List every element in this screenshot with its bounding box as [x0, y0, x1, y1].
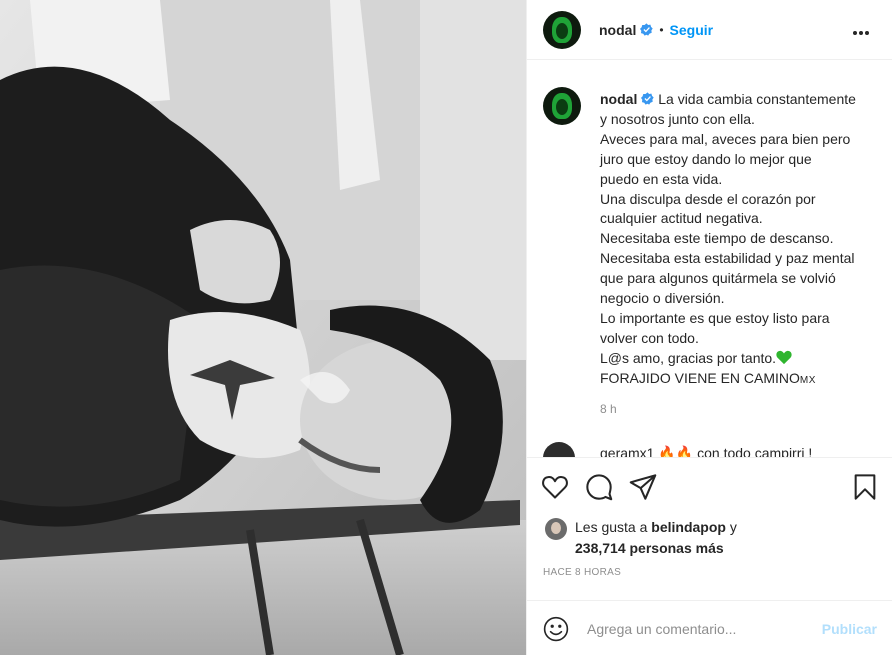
follow-button[interactable]: Seguir	[670, 22, 714, 38]
bw-portrait-photo	[0, 0, 526, 655]
post-photo[interactable]	[0, 0, 526, 655]
caption-line: juro que estoy dando lo mejor que	[600, 150, 812, 167]
share-icon[interactable]	[629, 473, 657, 501]
comment-icon[interactable]	[585, 473, 613, 501]
caption-line: nodal La vida cambia constantemente	[600, 90, 885, 110]
caption-text: La vida cambia constantemente	[658, 91, 856, 107]
post-header: nodal • Seguir	[527, 0, 892, 60]
reply-comment: geramx1 🔥🔥 con todo campirri !	[600, 445, 813, 457]
bookmark-icon[interactable]	[851, 473, 879, 501]
caption-line: Lo importante es que estoy listo para	[600, 309, 830, 326]
post-caption: nodal La vida cambia constantemente y no…	[600, 90, 885, 391]
author-username[interactable]: nodal	[599, 22, 636, 38]
action-bar	[527, 457, 892, 515]
likes-suffix: y	[729, 519, 737, 535]
likes-prefix: Les gusta a	[575, 519, 648, 535]
reply-author-avatar[interactable]	[543, 442, 575, 457]
separator-dot: •	[659, 22, 664, 37]
liker-username[interactable]: belindapop	[651, 519, 726, 535]
caption-line: Necesitaba este tiempo de descanso.	[600, 230, 834, 247]
comments-section: nodal La vida cambia constantemente y no…	[527, 60, 892, 457]
green-heart-emoji-icon	[776, 350, 792, 364]
caption-line: L@s amo, gracias por tanto.	[600, 349, 885, 369]
more-options-icon[interactable]	[853, 22, 873, 38]
caption-line: puedo en esta vida.	[600, 170, 723, 187]
heart-icon[interactable]	[541, 473, 569, 501]
mexico-flag-text: MX	[799, 374, 816, 386]
caption-line: Aveces para mal, aveces para bien pero	[600, 130, 851, 147]
caption-line: Una disculpa desde el corazón por	[600, 190, 816, 207]
likes-summary: Les gusta a belindapop y 238,714 persona…	[543, 516, 883, 556]
emoji-icon[interactable]	[543, 616, 569, 642]
caption-line: que para algunos quitármela se volvió	[600, 270, 836, 287]
caption-line: volver con todo.	[600, 329, 699, 346]
posted-time[interactable]: Hace 8 horas	[543, 567, 621, 578]
likes-line-1: Les gusta a belindapop y	[575, 519, 737, 535]
instagram-post: nodal • Seguir nodal La vida cambia cons…	[0, 0, 892, 655]
caption-text: FORAJIDO VIENE EN CAMINO	[600, 369, 800, 386]
caption-text: L@s amo, gracias por tanto.	[600, 349, 777, 366]
comment-input[interactable]	[587, 618, 807, 640]
caption-line: Necesitaba esta estabilidad y paz mental	[600, 250, 855, 267]
likes-count[interactable]: 238,714 personas más	[575, 540, 724, 556]
caption-line: negocio o diversión.	[600, 290, 725, 307]
post-side-panel: nodal • Seguir nodal La vida cambia cons…	[526, 0, 892, 655]
caption-username[interactable]: nodal	[600, 91, 637, 107]
caption-line: cualquier actitud negativa.	[600, 210, 763, 227]
verified-badge-icon	[640, 23, 654, 36]
verified-badge-icon	[641, 92, 655, 105]
caption-author-avatar[interactable]	[543, 87, 581, 125]
caption-line: y nosotros junto con ella.	[600, 110, 755, 127]
author-avatar[interactable]	[543, 10, 581, 49]
caption-line: FORAJIDO VIENE EN CAMINOMX	[600, 369, 885, 391]
caption-timestamp[interactable]: 8 h	[600, 402, 617, 416]
liker-avatar[interactable]	[545, 518, 567, 540]
add-comment-bar: Publicar	[527, 600, 892, 655]
publish-button[interactable]: Publicar	[822, 621, 877, 637]
